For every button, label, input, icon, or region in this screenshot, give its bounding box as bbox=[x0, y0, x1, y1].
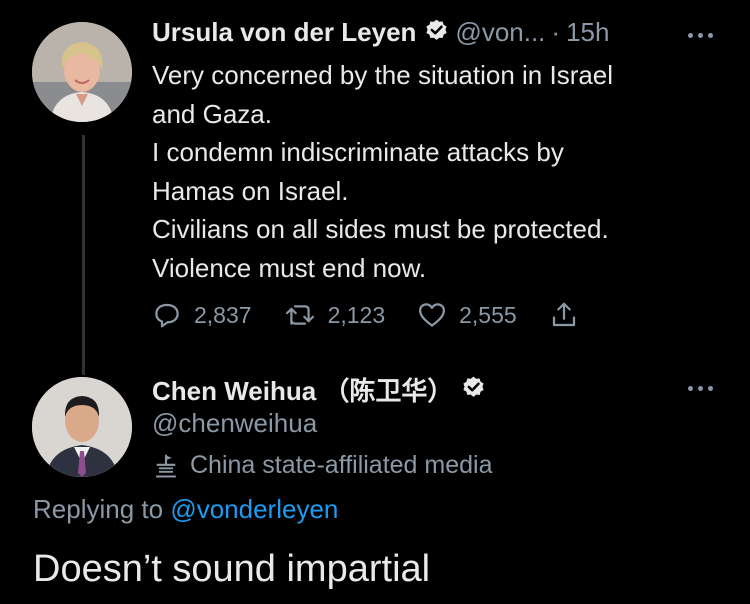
replying-mention-link[interactable]: @vonderleyen bbox=[170, 494, 338, 524]
reply-button[interactable]: 2,837 bbox=[152, 300, 252, 330]
reply-count: 2,837 bbox=[194, 301, 252, 328]
thread-line bbox=[82, 135, 85, 375]
more-icon[interactable] bbox=[688, 30, 718, 40]
share-button[interactable] bbox=[549, 300, 591, 330]
tweet-actions: 2,837 2,123 2,555 bbox=[152, 300, 623, 330]
tweet-text-line: Violence must end now. bbox=[152, 252, 427, 283]
verified-badge-icon bbox=[461, 375, 486, 405]
verified-badge-icon bbox=[424, 18, 449, 48]
retweet-icon bbox=[285, 305, 314, 325]
tweet-text-line: I condemn indiscriminate attacks by bbox=[152, 137, 564, 167]
like-count: 2,555 bbox=[459, 301, 517, 328]
tweet-text-line: Civilians on all sides must be protected… bbox=[152, 214, 609, 244]
tweet-text-line: Hamas on Israel. bbox=[152, 175, 349, 206]
like-button[interactable]: 2,555 bbox=[417, 300, 517, 330]
state-media-label[interactable]: China state-affiliated media bbox=[152, 451, 493, 480]
timestamp[interactable]: 15h bbox=[566, 17, 609, 48]
retweet-button[interactable]: 2,123 bbox=[284, 300, 386, 330]
tweet-text: Very concerned by the situation in Israe… bbox=[152, 56, 732, 287]
author-name[interactable]: Ursula von der Leyen bbox=[152, 17, 416, 48]
more-icon[interactable] bbox=[688, 383, 718, 393]
replying-prefix: Replying to bbox=[33, 494, 164, 524]
replying-to: Replying to @vonderleyen bbox=[33, 494, 338, 525]
reply-icon bbox=[155, 303, 179, 328]
retweet-count: 2,123 bbox=[327, 301, 386, 328]
tweet-text-line: Very concerned by the situation in Israe… bbox=[152, 60, 614, 90]
avatar-chen[interactable] bbox=[32, 377, 132, 477]
tweet-text-line: and Gaza. bbox=[152, 98, 272, 129]
separator-dot: · bbox=[551, 17, 561, 47]
author-handle[interactable]: @chenweihua bbox=[152, 408, 317, 439]
state-media-icon bbox=[156, 453, 176, 478]
reply-text: Doesn’t sound impartial bbox=[33, 548, 431, 590]
avatar-ursula[interactable] bbox=[32, 22, 132, 122]
share-icon bbox=[552, 302, 575, 327]
like-icon bbox=[419, 303, 446, 327]
state-media-text: China state-affiliated media bbox=[190, 451, 493, 479]
author-handle[interactable]: @von... bbox=[455, 17, 545, 48]
author-name[interactable]: Chen Weihua （陈卫华） bbox=[152, 371, 453, 408]
